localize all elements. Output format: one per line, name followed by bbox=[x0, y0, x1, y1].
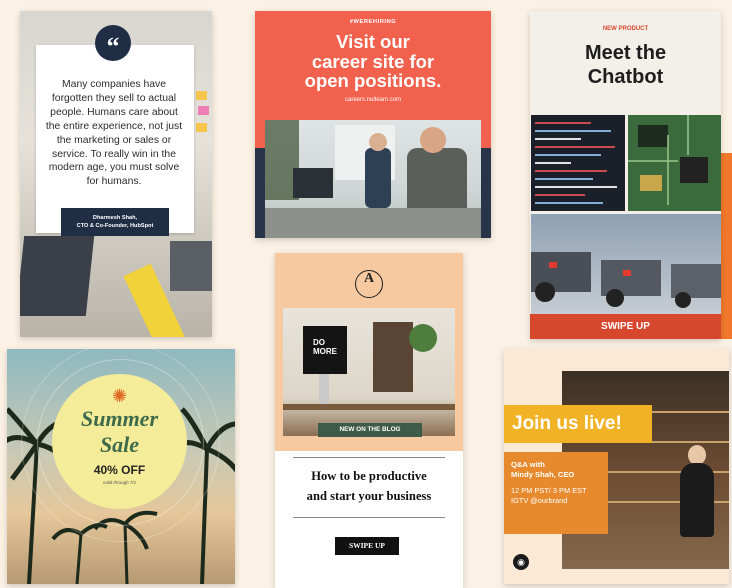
laptop-photo bbox=[20, 236, 95, 316]
discount: 40% OFF bbox=[93, 463, 146, 477]
sale-title: Summer Sale bbox=[52, 406, 187, 458]
hiring-tag: #WEREHIRING bbox=[349, 19, 397, 25]
person-head bbox=[688, 445, 706, 465]
fine-print: valid through 7/1 bbox=[102, 480, 137, 485]
circuit-photo bbox=[628, 115, 721, 211]
blog-card[interactable]: A DO MORE NEW ON THE BLOG How to be prod… bbox=[275, 253, 463, 588]
code-photo bbox=[531, 115, 625, 211]
quote-card[interactable]: “ Many companies have forgotten they sel… bbox=[20, 11, 212, 337]
event-line: Q&A with bbox=[511, 460, 545, 469]
office-scene bbox=[265, 120, 481, 238]
person bbox=[680, 463, 714, 537]
brand-logo: A bbox=[355, 270, 383, 298]
code-lines bbox=[535, 122, 617, 204]
title-line: Sale bbox=[99, 432, 140, 457]
sticky-note bbox=[196, 123, 207, 132]
desk-scene bbox=[283, 322, 455, 410]
title-line: How to be productive bbox=[311, 469, 427, 483]
title-line: career site for bbox=[311, 50, 435, 72]
title-line: Visit our bbox=[336, 31, 410, 52]
product-tag: NEW PRODUCT bbox=[602, 26, 649, 32]
title-line: open positions. bbox=[304, 70, 442, 91]
circuit-board bbox=[628, 115, 708, 205]
swipe-up-button[interactable]: SWIPE UP bbox=[530, 314, 721, 339]
quote-author: Dharmesh Shah, CTO & Co-Founder, HubSpot bbox=[61, 208, 169, 236]
event-host: Mindy Shah, CEO bbox=[511, 470, 575, 479]
divider bbox=[293, 517, 445, 518]
career-url[interactable]: careers.nuiteam.com bbox=[255, 97, 491, 103]
blog-tag: NEW ON THE BLOG bbox=[318, 423, 422, 437]
swipe-up-button[interactable]: SWIPE UP bbox=[335, 537, 399, 555]
career-title: Visit our career site for open positions… bbox=[255, 32, 491, 91]
quote-text: Many companies have forgotten they sell … bbox=[45, 79, 183, 188]
career-card[interactable]: #WEREHIRING Visit our career site for op… bbox=[255, 11, 491, 238]
office-photo bbox=[265, 120, 481, 238]
summer-sale-card[interactable]: ✺ Summer Sale 40% OFF valid through 7/1 bbox=[7, 349, 235, 584]
chatbot-title: Meet the Chatbot bbox=[530, 41, 721, 89]
robot-cars bbox=[531, 252, 721, 308]
sticky-note bbox=[196, 91, 207, 100]
live-event-card[interactable]: Join us live! Q&A with Mindy Shah, CEO 1… bbox=[504, 349, 729, 584]
monitor-photo bbox=[170, 241, 212, 291]
divider bbox=[293, 457, 445, 458]
title-line: and start your business bbox=[306, 489, 432, 503]
blog-title: How to be productive and start your busi… bbox=[283, 466, 455, 506]
desk-photo: DO MORE bbox=[283, 308, 455, 436]
title-line: Meet the bbox=[584, 42, 667, 64]
event-channel[interactable]: IGTV @ourbrand bbox=[511, 496, 608, 506]
sticky-note bbox=[198, 106, 209, 115]
title-line: Summer bbox=[80, 406, 159, 431]
quote-icon: “ bbox=[95, 25, 131, 61]
author-title: CTO & Co-Founder, HubSpot bbox=[76, 223, 154, 229]
author-name: Dharmesh Shah, bbox=[92, 215, 138, 221]
sale-badge: ✺ Summer Sale 40% OFF valid through 7/1 bbox=[52, 374, 187, 509]
title-line: Chatbot bbox=[587, 66, 664, 88]
robots-photo bbox=[531, 214, 721, 314]
event-details: Q&A with Mindy Shah, CEO 12 PM PST/ 3 PM… bbox=[504, 452, 608, 534]
igtv-icon: ◉ bbox=[513, 554, 529, 570]
chatbot-card[interactable]: NEW PRODUCT Meet the Chatbot SWIPE UP bbox=[530, 11, 721, 339]
sun-icon: ✺ bbox=[111, 386, 128, 406]
live-title: Join us live! bbox=[504, 405, 652, 443]
event-time: 12 PM PST/ 3 PM EST bbox=[511, 486, 587, 495]
